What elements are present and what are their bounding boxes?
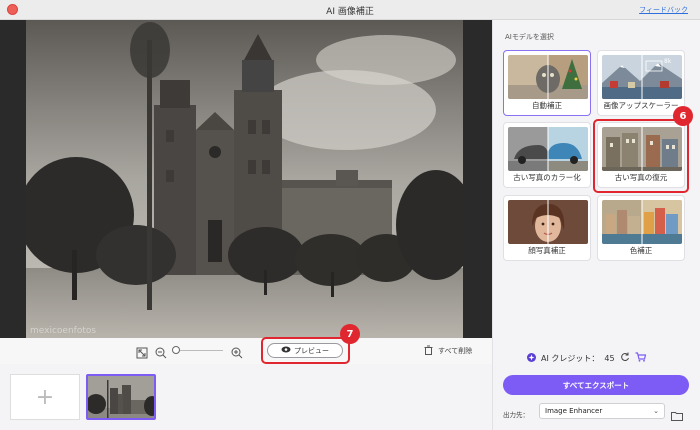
canvas-toolbar: プレビュー — [0, 338, 492, 364]
clear-all-label: すべて削除 — [438, 347, 473, 355]
callout-badge-6: 6 — [673, 106, 693, 126]
colorize-thumbnail — [508, 127, 588, 171]
export-all-button[interactable]: すべてエクスポート — [503, 375, 689, 395]
refresh-icon[interactable] — [620, 352, 630, 364]
callout-badge-7: 7 — [340, 324, 360, 344]
output-folder-select[interactable]: Image Enhancer ⌄ — [539, 403, 665, 419]
folder-icon[interactable] — [671, 406, 683, 425]
model-section-title: AIモデルを選択 — [505, 33, 554, 41]
model-sidebar: AIモデルを選択 自動補正 8k 画像アップスケーラー 古い写真のカラー化 古い… — [492, 20, 700, 430]
zoom-slider-track[interactable] — [178, 350, 223, 351]
cart-icon[interactable] — [635, 352, 646, 364]
upscaler-thumbnail: 8k — [602, 55, 682, 99]
auto-enhance-thumbnail — [508, 55, 588, 99]
thumbnail-church[interactable] — [86, 374, 156, 420]
preview-highlight-box — [261, 337, 350, 364]
ai-credits: AI クレジット： 45 — [527, 352, 646, 364]
face-thumbnail — [508, 200, 588, 244]
model-label-colorize: 古い写真のカラー化 — [513, 173, 581, 182]
plus-icon: + — [35, 384, 55, 410]
image-canvas: mexicoenfotos — [0, 20, 492, 338]
model-label-color: 色補正 — [629, 246, 653, 255]
model-card-color[interactable]: 色補正 — [597, 195, 685, 261]
restore-highlight-box — [593, 119, 689, 193]
model-card-colorize[interactable]: 古い写真のカラー化 — [503, 122, 591, 188]
zoom-slider-handle[interactable] — [172, 346, 180, 354]
model-label-face: 顔写真補正 — [528, 246, 566, 255]
clear-all-button[interactable]: すべて削除 — [424, 345, 472, 357]
model-card-face[interactable]: 顔写真補正 — [503, 195, 591, 261]
feedback-link[interactable]: フィードバック — [639, 5, 688, 15]
ai-credits-value: 45 — [604, 353, 615, 363]
output-label: 出力先： — [503, 411, 529, 419]
fit-screen-icon[interactable] — [136, 344, 148, 359]
app-window: AI 画像補正 フィードバック mexicoenfotos プレビュー 7 すべ… — [0, 0, 700, 430]
ai-credit-icon — [527, 352, 536, 364]
model-card-upscaler[interactable]: 8k 画像アップスケーラー — [597, 50, 685, 116]
upscale-badge: 8k — [664, 58, 672, 65]
church-photo: mexicoenfotos — [26, 20, 463, 338]
ai-credits-label: AI クレジット： — [541, 353, 600, 363]
color-correct-thumbnail — [602, 200, 682, 244]
output-folder-value: Image Enhancer — [545, 407, 603, 415]
zoom-in-icon[interactable] — [231, 344, 243, 359]
chevron-down-icon: ⌄ — [653, 407, 659, 415]
zoom-out-icon[interactable] — [155, 344, 167, 359]
model-label-upscaler: 画像アップスケーラー — [603, 101, 679, 110]
trash-icon — [424, 345, 433, 357]
watermark-text: mexicoenfotos — [30, 326, 97, 336]
model-label-auto: 自動補正 — [532, 101, 562, 110]
thumbnail-strip: + — [0, 364, 492, 430]
model-card-auto[interactable]: 自動補正 — [503, 50, 591, 116]
window-title: AI 画像補正 — [326, 7, 374, 17]
title-bar: AI 画像補正 フィードバック — [0, 0, 700, 20]
add-image-button[interactable]: + — [10, 374, 80, 420]
